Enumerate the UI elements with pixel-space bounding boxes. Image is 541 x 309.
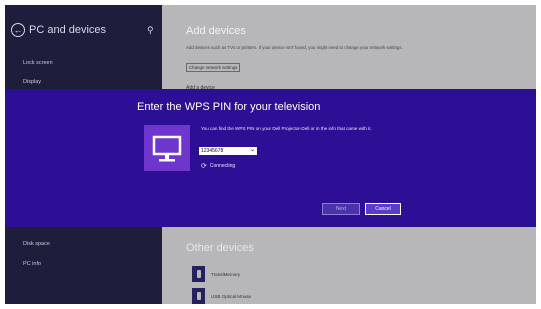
device-item[interactable]: TranslMemory (192, 266, 240, 282)
device-label: USB Optical Mouse (211, 293, 252, 299)
sidebar-item-disk-space[interactable]: Disk space (23, 241, 50, 247)
screen: ← PC and devices ⚲ Lock screen Display D… (5, 5, 536, 304)
spinner-icon: ⟳ (201, 163, 207, 170)
device-item[interactable]: USB Optical Mouse (192, 288, 251, 304)
sidebar-item-pc-info[interactable]: PC info (23, 261, 41, 267)
sidebar-header: ← PC and devices (11, 23, 106, 37)
status-text: Connecting (209, 163, 236, 169)
device-icon (192, 266, 205, 282)
wps-pin-input[interactable] (199, 147, 257, 155)
chevron-down-icon[interactable]: ⌄ (250, 146, 255, 153)
device-icon (192, 288, 205, 304)
device-label: TranslMemory (211, 271, 241, 277)
page-title: Add devices (186, 25, 246, 37)
back-arrow-icon[interactable]: ← (11, 23, 25, 37)
sidebar-item-lock-screen[interactable]: Lock screen (23, 60, 53, 66)
change-network-settings-link[interactable]: Change network settings (186, 63, 241, 72)
connecting-status: ⟳ Connecting (201, 162, 235, 170)
cancel-button[interactable]: Cancel (365, 203, 401, 215)
page-description: Add devices such as TVs or printers. If … (186, 45, 403, 50)
dialog-instructions: You can find the WPS PIN on your Dell Pr… (201, 126, 372, 131)
search-icon[interactable]: ⚲ (147, 25, 154, 36)
tv-icon (144, 125, 190, 171)
other-devices-heading: Other devices (186, 242, 254, 254)
dialog-title: Enter the WPS PIN for your television (137, 101, 321, 113)
next-button[interactable]: Next (322, 203, 360, 215)
sidebar-title: PC and devices (29, 24, 107, 36)
sidebar-item-display[interactable]: Display (23, 79, 41, 85)
